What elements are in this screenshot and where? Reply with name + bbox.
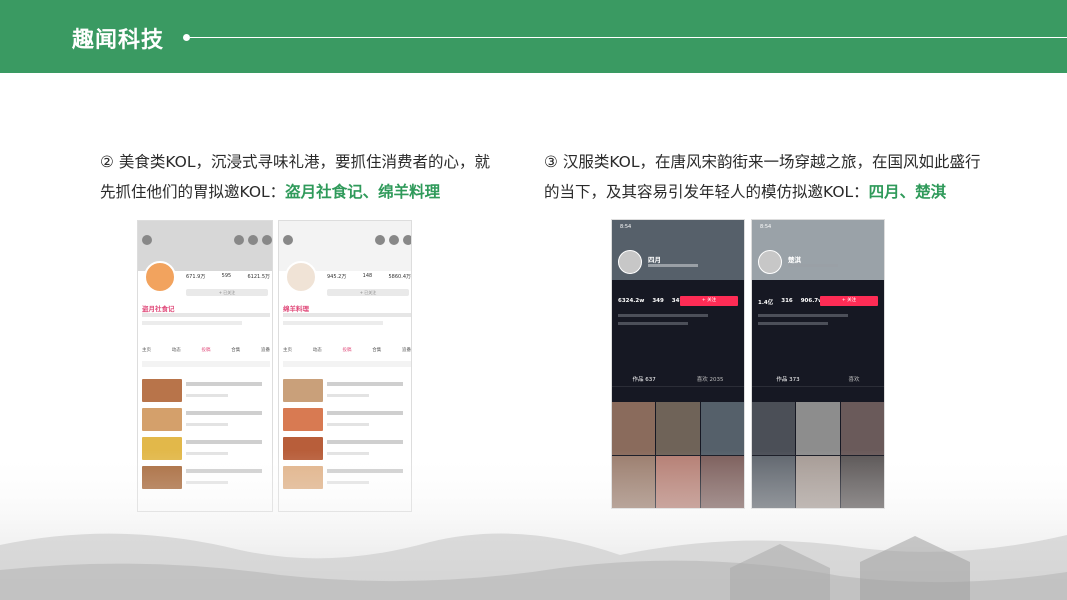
profile-stats: 945.2万 148 5860.4万 — [327, 273, 411, 280]
profile-bio — [142, 313, 270, 317]
tab-follow: 追番 — [261, 348, 270, 353]
filter-bar — [283, 361, 411, 367]
food-kol-highlight: 盗月社食记、绵羊料理 — [285, 183, 441, 201]
back-icon — [283, 235, 293, 245]
profile-subtitle — [648, 264, 698, 267]
back-icon — [142, 235, 152, 245]
profile-name: 绵羊料理 — [283, 305, 309, 313]
tab-follow: 追番 — [402, 348, 411, 353]
profile-bio — [758, 314, 848, 317]
brand-title: 趣闻科技 — [72, 28, 165, 53]
header-line — [190, 37, 1067, 38]
video-thumbnail — [283, 379, 323, 402]
video-thumbnail — [840, 402, 884, 455]
tab-home: 主页 — [283, 348, 292, 353]
profile-tabs: 作品 637 喜欢 2035 — [612, 375, 744, 387]
profile-subtitle — [788, 264, 838, 267]
profile-stats: 1.4亿 316 906.7w — [758, 298, 823, 306]
follow-button: + 已关注 — [327, 289, 409, 296]
share-icon — [375, 235, 385, 245]
tab-works: 作品 373 — [776, 377, 800, 383]
stat-likes: 6324.2w — [618, 298, 645, 304]
profile-name: 楚淇 — [788, 256, 801, 264]
video-thumbnail — [142, 408, 182, 431]
filter-bar — [142, 361, 270, 367]
more-icon — [262, 235, 272, 245]
search-icon — [248, 235, 258, 245]
food-kol-paragraph: ② 美食类KOL，沉浸式寻味礼港，要抓住消费者的心，就先抓住他们的胃拟邀KOL：… — [100, 147, 500, 207]
profile-tabs: 作品 373 喜欢 — [752, 375, 884, 387]
avatar — [144, 261, 176, 293]
stat-fans: 671.9万 — [186, 274, 206, 280]
follow-button: + 已关注 — [186, 289, 268, 296]
video-thumbnail — [283, 408, 323, 431]
stat-following: 316 — [781, 298, 793, 304]
profile-tabs: 主页 动态 投稿 合集 追番 — [142, 347, 270, 353]
more-icon — [403, 235, 411, 245]
stat-likes: 1.4亿 — [758, 300, 774, 306]
tab-collection: 合集 — [231, 348, 241, 353]
stat-fans: 945.2万 — [327, 274, 347, 280]
list-item — [283, 379, 411, 402]
list-item — [283, 408, 411, 431]
stat-likes: 6121.5万 — [247, 274, 271, 280]
profile-bio — [283, 313, 411, 317]
video-thumbnail — [142, 379, 182, 402]
video-thumbnail — [796, 402, 840, 455]
avatar — [285, 261, 317, 293]
profile-name: 四月 — [648, 256, 661, 264]
tab-collection: 合集 — [372, 348, 382, 353]
stat-following: 148 — [362, 273, 373, 279]
tab-likes: 喜欢 — [848, 377, 860, 383]
tab-dynamic: 动态 — [171, 348, 181, 353]
stat-likes: 5860.4万 — [388, 274, 412, 280]
profile-bio-2 — [283, 321, 383, 325]
follow-button: + 关注 — [820, 296, 878, 306]
tab-works: 作品 637 — [632, 377, 656, 383]
video-thumbnail — [656, 402, 700, 455]
profile-stats: 671.9万 595 6121.5万 — [186, 273, 270, 280]
profile-name: 盗月社食记 — [142, 305, 175, 313]
landscape-background — [0, 450, 1067, 600]
header-dot — [183, 34, 190, 41]
avatar — [618, 250, 642, 274]
tab-likes: 喜欢 2035 — [696, 377, 724, 383]
profile-tabs: 主页 动态 投稿 合集 追番 — [283, 347, 411, 353]
profile-bio-2 — [142, 321, 242, 325]
tab-dynamic: 动态 — [312, 348, 322, 353]
hanfu-kol-highlight: 四月、楚淇 — [868, 183, 947, 201]
tab-uploads: 投稿 — [201, 348, 211, 353]
stat-following: 349 — [652, 298, 664, 304]
stat-following: 595 — [221, 273, 232, 279]
profile-bio-2 — [758, 322, 828, 325]
hanfu-kol-paragraph: ③ 汉服类KOL，在唐风宋韵街来一场穿越之旅，在国风如此盛行的当下，及其容易引发… — [544, 147, 994, 207]
status-time: 8:54 — [760, 224, 772, 230]
profile-bio-2 — [618, 322, 688, 325]
video-thumbnail — [612, 402, 656, 455]
follow-button: + 关注 — [680, 296, 738, 306]
avatar — [758, 250, 782, 274]
share-icon — [234, 235, 244, 245]
list-item — [142, 408, 270, 431]
tab-home: 主页 — [142, 348, 151, 353]
header-bar: 趣闻科技 — [0, 0, 1067, 73]
list-item — [142, 379, 270, 402]
tab-uploads: 投稿 — [342, 348, 352, 353]
video-thumbnail — [700, 402, 744, 455]
profile-bio — [618, 314, 708, 317]
status-time: 8:54 — [620, 224, 632, 230]
video-thumbnail — [752, 402, 796, 455]
search-icon — [389, 235, 399, 245]
